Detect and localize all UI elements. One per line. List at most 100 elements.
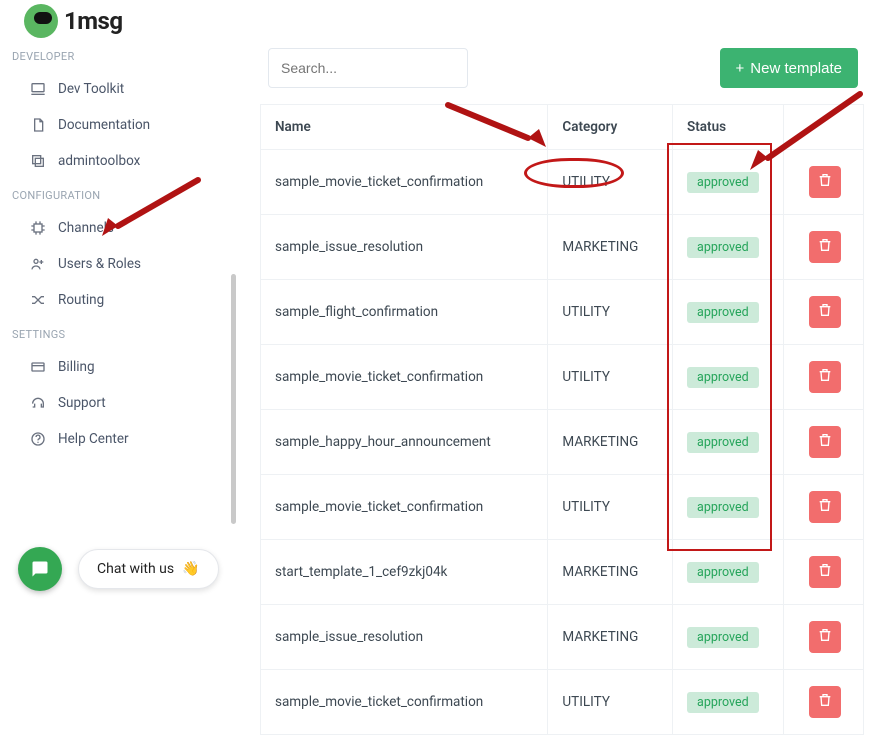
sidebar-item-admintoolbox[interactable]: admintoolbox — [0, 143, 236, 179]
cell-category: MARKETING — [548, 605, 673, 670]
cell-name: sample_movie_ticket_confirmation — [261, 150, 548, 215]
table-row: sample_issue_resolutionMARKETING approved — [261, 215, 864, 280]
sidebar-item-routing[interactable]: Routing — [0, 282, 236, 318]
search-input[interactable] — [268, 48, 468, 88]
chat-fab[interactable] — [18, 547, 62, 591]
cell-name: sample_happy_hour_announcement — [261, 410, 548, 475]
sidebar-item-billing[interactable]: Billing — [0, 349, 236, 385]
status-badge: approved — [687, 302, 759, 323]
cell-status: approved — [673, 540, 784, 605]
status-badge: approved — [687, 497, 759, 518]
plus-icon: + — [736, 60, 745, 77]
sidebar-item-documentation[interactable]: Documentation — [0, 107, 236, 143]
col-category: Category — [548, 105, 673, 150]
cell-name: sample_issue_resolution — [261, 605, 548, 670]
sidebar-group-label: SETTINGS — [0, 318, 236, 349]
status-badge: approved — [687, 627, 759, 648]
sidebar-group-label: DEVELOPER — [0, 40, 236, 71]
trash-icon — [817, 627, 833, 647]
col-status: Status — [673, 105, 784, 150]
sidebar-group-label: CONFIGURATION — [0, 179, 236, 210]
delete-button[interactable] — [809, 686, 841, 718]
help-icon — [30, 431, 46, 447]
sidebar: DEVELOPER Dev Toolkit Documentation adminto… — [0, 40, 236, 607]
table-row: sample_movie_ticket_confirmationUTILITYa… — [261, 345, 864, 410]
delete-button[interactable] — [809, 166, 841, 198]
trash-icon — [817, 302, 833, 322]
sidebar-scrollbar[interactable] — [231, 274, 236, 524]
sidebar-item-label: Routing — [58, 292, 104, 308]
cell-status: approved — [673, 345, 784, 410]
wave-emoji: 👋 — [182, 561, 199, 577]
document-icon — [30, 117, 46, 133]
cell-actions — [783, 605, 863, 670]
cell-name: sample_movie_ticket_confirmation — [261, 670, 548, 735]
sidebar-item-label: admintoolbox — [58, 153, 140, 169]
cell-name: start_template_1_cef9zkj04k — [261, 540, 548, 605]
brand-text: 1msg — [64, 7, 123, 35]
headset-icon — [30, 395, 46, 411]
brand-logo: 1msg — [24, 4, 123, 38]
trash-icon — [817, 172, 833, 192]
cell-name: sample_issue_resolution — [261, 215, 548, 280]
sidebar-item-users-roles[interactable]: Users & Roles — [0, 246, 236, 282]
sidebar-item-channels[interactable]: Channels — [0, 210, 236, 246]
delete-button[interactable] — [809, 491, 841, 523]
cell-status: approved — [673, 410, 784, 475]
delete-button[interactable] — [809, 361, 841, 393]
table-row: sample_happy_hour_announcementMARKETINGa… — [261, 410, 864, 475]
cell-name: sample_flight_confirmation — [261, 280, 548, 345]
sidebar-item-help-center[interactable]: Help Center — [0, 421, 236, 457]
delete-button[interactable] — [809, 556, 841, 588]
trash-icon — [817, 562, 833, 582]
table-row: sample_movie_ticket_confirmationUTILITY a… — [261, 475, 864, 540]
trash-icon — [817, 692, 833, 712]
cell-status: approved — [673, 150, 784, 215]
copy-icon — [30, 153, 46, 169]
new-template-label: New template — [750, 60, 842, 77]
cell-category: UTILITY — [548, 150, 673, 215]
table-row: start_template_1_cef9zkj04kMARKETINGappr… — [261, 540, 864, 605]
cell-category: UTILITY — [548, 475, 673, 540]
laptop-icon — [30, 81, 46, 97]
users-icon — [30, 256, 46, 272]
status-badge: approved — [687, 692, 759, 713]
cell-actions — [783, 215, 863, 280]
col-actions — [783, 105, 863, 150]
delete-button[interactable] — [809, 621, 841, 653]
status-badge: approved — [687, 562, 759, 583]
sidebar-item-dev-toolkit[interactable]: Dev Toolkit — [0, 71, 236, 107]
cell-category: MARKETING — [548, 215, 673, 280]
trash-icon — [817, 497, 833, 517]
cell-actions — [783, 345, 863, 410]
sidebar-item-label: Documentation — [58, 117, 150, 133]
sidebar-item-label: Dev Toolkit — [58, 81, 124, 97]
status-badge: approved — [687, 237, 759, 258]
cell-actions — [783, 670, 863, 735]
cell-name: sample_movie_ticket_confirmation — [261, 475, 548, 540]
shuffle-icon — [30, 292, 46, 308]
cell-status: approved — [673, 670, 784, 735]
new-template-button[interactable]: + New template — [720, 48, 858, 88]
sidebar-item-label: Users & Roles — [58, 256, 141, 272]
delete-button[interactable] — [809, 426, 841, 458]
delete-button[interactable] — [809, 296, 841, 328]
cell-name: sample_movie_ticket_confirmation — [261, 345, 548, 410]
sidebar-item-label: Channels — [58, 220, 114, 236]
cell-category: UTILITY — [548, 345, 673, 410]
delete-button[interactable] — [809, 231, 841, 263]
cell-actions — [783, 150, 863, 215]
card-icon — [30, 359, 46, 375]
table-row: sample_movie_ticket_confirmationUTILITYa… — [261, 150, 864, 215]
cell-actions — [783, 540, 863, 605]
table-row: sample_issue_resolutionMARKETING approved — [261, 605, 864, 670]
sidebar-item-support[interactable]: Support — [0, 385, 236, 421]
chat-pill-text: Chat with us — [97, 561, 174, 577]
main-area: + New template Name Category Status samp… — [256, 40, 874, 735]
col-name: Name — [261, 105, 548, 150]
cell-status: approved — [673, 605, 784, 670]
sidebar-item-label: Billing — [58, 359, 95, 375]
brand-mark — [24, 4, 58, 38]
cell-actions — [783, 410, 863, 475]
chat-pill[interactable]: Chat with us 👋 — [78, 549, 219, 589]
